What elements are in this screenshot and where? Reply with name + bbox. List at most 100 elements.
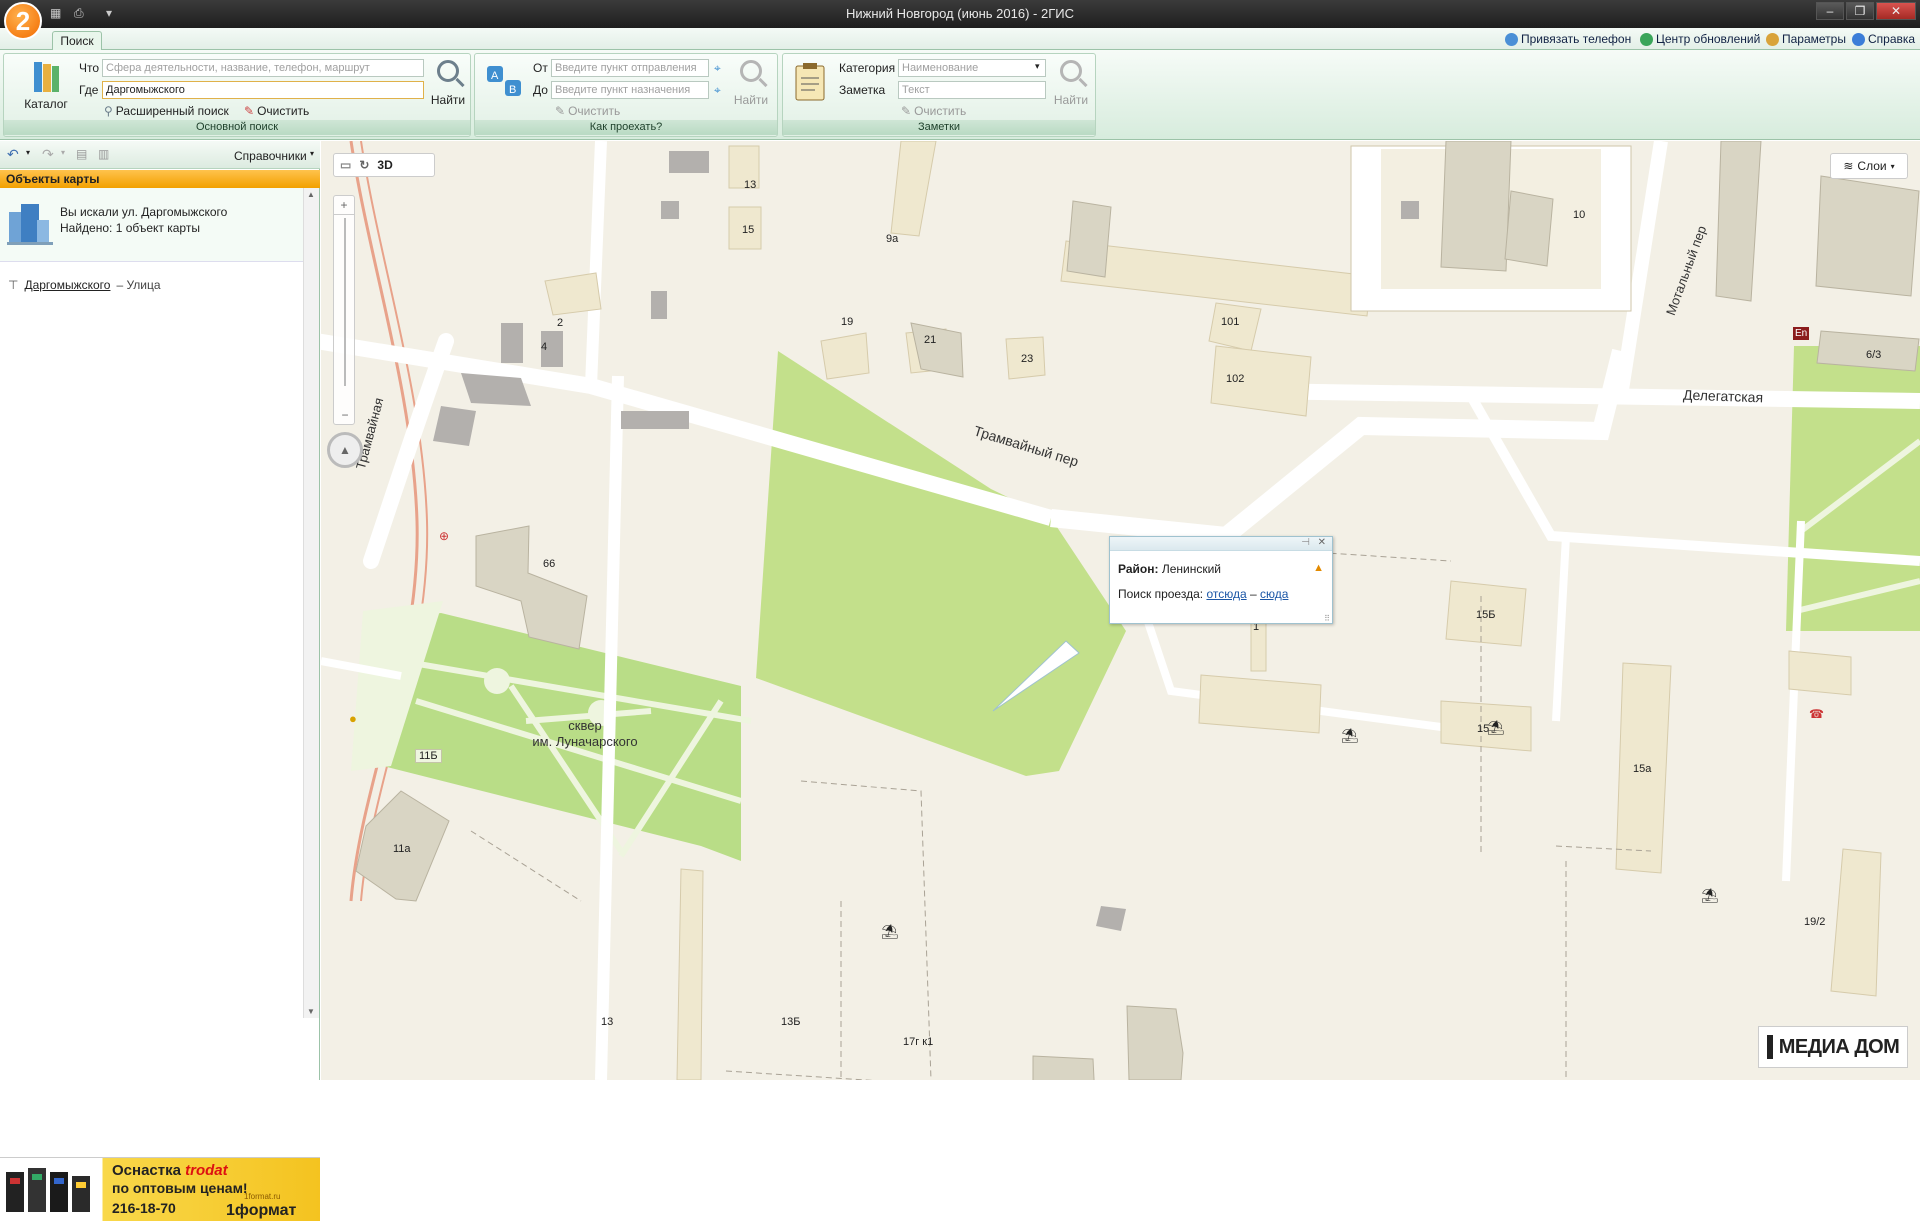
notes-group: Категория Наименование ▾ Заметка Текст Н…	[782, 53, 1096, 137]
pin-to-icon[interactable]: ⌖	[714, 83, 721, 98]
back-icon[interactable]: ↶	[7, 146, 19, 163]
note-input[interactable]: Текст	[898, 81, 1046, 99]
help-link[interactable]: Справка	[1852, 32, 1915, 46]
from-label: От	[533, 61, 548, 75]
notes-clear-button[interactable]: ✎ Очистить	[901, 104, 966, 118]
notes-icon	[795, 63, 825, 101]
chevron-down-icon[interactable]: ▾	[1035, 61, 1040, 72]
catalog-quick-icon[interactable]: ▦	[50, 6, 66, 20]
from-input[interactable]: Введите пункт отправления	[551, 59, 709, 77]
route-ab-icon: AB	[487, 66, 521, 96]
zoom-slider-track[interactable]	[344, 218, 346, 386]
scroll-up-icon[interactable]: ▲	[307, 190, 315, 199]
route-find-button[interactable]: Найти	[731, 60, 771, 107]
pin-popup-icon[interactable]: ⊣	[1301, 537, 1310, 548]
map-popup: ⊣ ✕ Район: Ленинский ▲ Поиск проезда: от…	[1109, 536, 1333, 624]
media-dom-text: МЕДИА ДОМ	[1778, 1035, 1900, 1058]
collapse-icon[interactable]: ▤	[76, 147, 87, 161]
clear-search-button[interactable]: ✎ Очистить	[244, 104, 309, 118]
layers-icon: ≋	[1843, 159, 1854, 173]
back-dropdown-icon[interactable]: ▾	[26, 148, 30, 157]
zoom-out-button[interactable]: −	[337, 406, 353, 424]
forward-icon[interactable]: ↷	[42, 146, 54, 163]
ruler-icon[interactable]: ▭	[340, 158, 351, 172]
minimize-button[interactable]: –	[1816, 2, 1844, 20]
close-popup-icon[interactable]: ✕	[1318, 537, 1326, 548]
building-number: 11а	[393, 843, 411, 855]
map-canvas[interactable]: Трамвайная Трамвайный пер Делегатская Мо…	[321, 141, 1920, 1080]
search-find-button[interactable]: Найти	[428, 60, 468, 107]
note-label: Заметка	[839, 83, 886, 97]
ad-site: 1format.ru	[244, 1192, 281, 1201]
route-group-label: Как проехать?	[475, 120, 777, 135]
zoom-control: + −	[333, 195, 355, 425]
map-toolbar: ▭ ↻ 3D	[333, 153, 435, 177]
building-number: 6/3	[1866, 349, 1882, 361]
catalog-button[interactable]: Каталог	[18, 60, 74, 111]
notes-find-button[interactable]: Найти	[1051, 60, 1091, 107]
forward-dropdown-icon[interactable]: ▾	[61, 148, 65, 157]
notes-eraser-icon: ✎	[901, 104, 912, 118]
route-to-here-link[interactable]: сюда	[1260, 587, 1288, 601]
3d-button[interactable]: 3D	[377, 158, 392, 172]
compass[interactable]: ▲	[327, 432, 363, 468]
building-number: 66	[543, 558, 556, 570]
ad-banner[interactable]: Оснастка trodat по оптовым ценам! 216-18…	[0, 1157, 320, 1221]
settings-link[interactable]: Параметры	[1766, 32, 1846, 46]
poi-en-marker[interactable]: En	[1793, 327, 1810, 340]
print-icon[interactable]: ⎙	[74, 6, 90, 20]
resize-grip-icon[interactable]: ⠿	[1324, 614, 1330, 623]
what-input[interactable]: Сфера деятельности, название, телефон, м…	[102, 59, 424, 77]
playground-icon[interactable]: ⛱	[1487, 719, 1505, 736]
bind-phone-link[interactable]: Привязать телефон	[1505, 32, 1631, 46]
result-name-link[interactable]: Даргомыжского	[24, 278, 110, 292]
where-input[interactable]: Даргомыжского	[102, 81, 424, 99]
sidebar: ↶ ▾ ↷ ▾ ▤ ▥ Справочники ▾ Объекты карты …	[0, 141, 320, 1221]
building-number: 15Б	[1476, 609, 1496, 621]
search-summary: Вы искали ул. Даргомыжского Найдено: 1 о…	[0, 188, 303, 262]
tab-search[interactable]: Поиск	[52, 31, 102, 51]
building-number: 11Б	[415, 749, 442, 763]
route-find-label: Найти	[733, 93, 769, 107]
building-number: 9а	[886, 233, 899, 245]
search-find-label: Найти	[430, 93, 466, 107]
playground-icon[interactable]: ⛱	[881, 923, 899, 940]
building-number: 17г к1	[903, 1036, 934, 1048]
pin-from-icon[interactable]: ⌖	[714, 61, 721, 76]
directories-chevron-icon[interactable]: ▾	[310, 149, 314, 158]
building-number: 13	[601, 1016, 614, 1028]
route-from-here-link[interactable]: отсюда	[1206, 587, 1246, 601]
sidebar-scrollbar[interactable]: ▲ ▼	[303, 188, 319, 1018]
shop-icon[interactable]: ☎	[1809, 707, 1824, 721]
app-logo[interactable]: 2	[4, 2, 42, 40]
notes-clear-label: Очистить	[914, 104, 967, 118]
close-button[interactable]: ✕	[1876, 2, 1916, 20]
sidebar-toolbar: ↶ ▾ ↷ ▾ ▤ ▥ Справочники ▾	[0, 141, 320, 169]
phone-icon	[1505, 32, 1518, 46]
scroll-down-icon[interactable]: ▼	[307, 1007, 315, 1016]
playground-icon[interactable]: ⛱	[1341, 727, 1359, 744]
bus-stop-icon[interactable]: ●	[349, 711, 357, 726]
rotate-icon[interactable]: ↻	[359, 158, 369, 172]
playground-icon[interactable]: ⛱	[1701, 887, 1719, 904]
updates-link[interactable]: Центр обновлений	[1640, 32, 1760, 46]
building-number: 2	[557, 317, 564, 329]
maximize-button[interactable]: ❐	[1846, 2, 1874, 20]
advanced-search-button[interactable]: ⚲ Расширенный поиск	[104, 104, 229, 118]
result-item[interactable]: ⊤ Даргомыжского – Улица	[8, 278, 161, 292]
catalog-label: Каталог	[24, 97, 68, 111]
media-dom-logo[interactable]: МЕДИА ДОМ	[1758, 1026, 1908, 1068]
zoom-in-button[interactable]: +	[334, 196, 354, 215]
directories-dropdown[interactable]: Справочники	[234, 149, 307, 163]
route-clear-button[interactable]: ✎ Очистить	[555, 104, 620, 118]
to-input[interactable]: Введите пункт назначения	[551, 81, 709, 99]
ad-line1: Оснастка	[112, 1162, 181, 1179]
search-small-icon: ⚲	[104, 104, 113, 118]
layers-label: Слои	[1857, 159, 1887, 173]
category-select[interactable]: Наименование	[898, 59, 1046, 77]
expand-icon[interactable]: ▥	[98, 147, 109, 161]
quick-access-menu-icon[interactable]: ▾	[106, 6, 122, 20]
layers-button[interactable]: ≋ Слои ▾	[1830, 153, 1908, 179]
category-label: Категория	[839, 61, 896, 75]
pharmacy-icon[interactable]: ⊕	[439, 529, 449, 543]
